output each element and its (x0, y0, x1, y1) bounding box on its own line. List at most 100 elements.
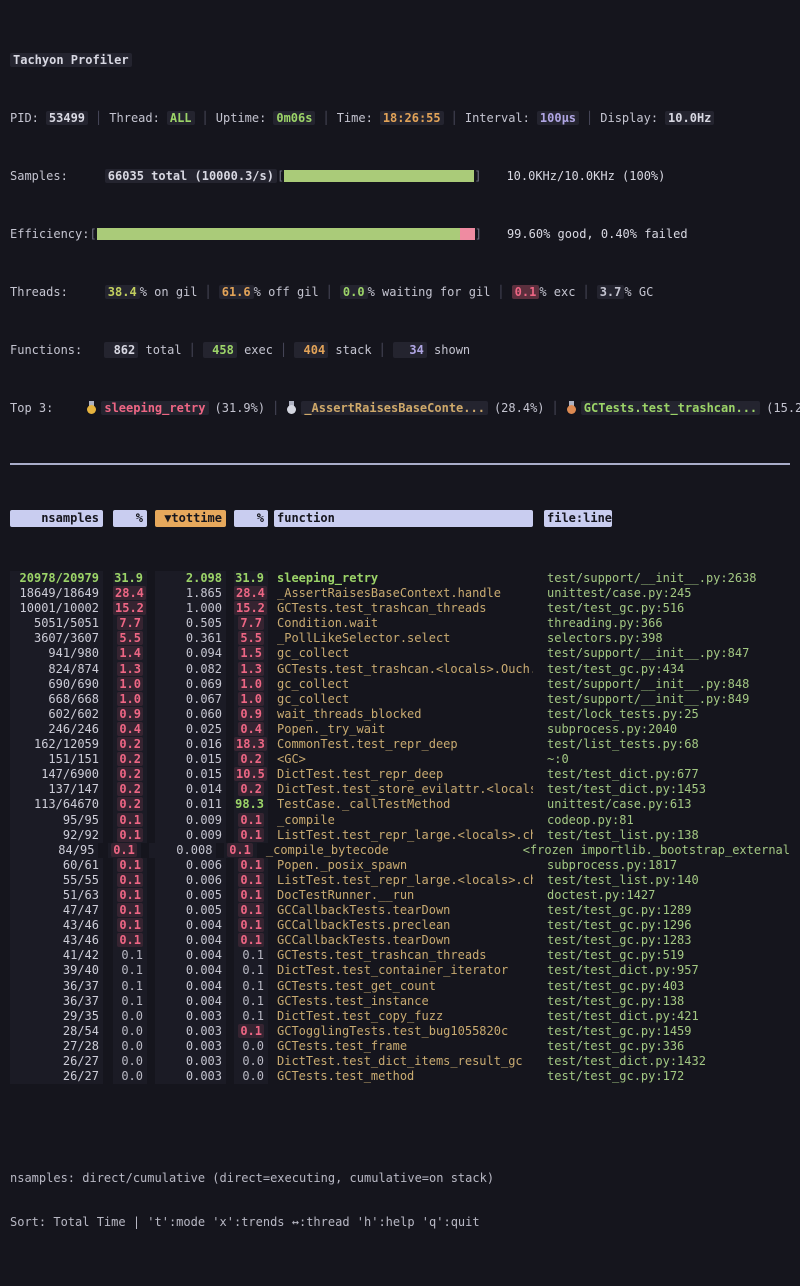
divider (10, 463, 790, 465)
fileline-cell: test/test_dict.py:421 (544, 1009, 790, 1024)
table-row[interactable]: 43/460.10.0040.1GCCallbackTests.tearDown… (10, 933, 790, 948)
pct-value: 0.1 (242, 963, 264, 977)
table-row[interactable]: 55/550.10.0060.1ListTest.test_repr_large… (10, 873, 790, 888)
table-row[interactable]: 36/370.10.0040.1GCTests.test_instancetes… (10, 994, 790, 1009)
pct-value: 0.9 (117, 707, 143, 721)
nsamples-cell: 55/55 (10, 873, 103, 888)
table-row[interactable]: 668/6681.00.0671.0gc_collecttest/support… (10, 692, 790, 707)
function-cell: Popen._try_wait (274, 722, 533, 737)
direct-pct-cell: 15.2 (113, 601, 147, 616)
separator: │ (88, 111, 109, 125)
pct-value: 1.3 (117, 662, 143, 676)
table-row[interactable]: 92/920.10.0090.1ListTest.test_repr_large… (10, 828, 790, 843)
nsamples-cell: 10001/10002 (10, 601, 103, 616)
table-row[interactable]: 18649/1864928.41.86528.4_AssertRaisesBas… (10, 586, 790, 601)
direct-pct-cell: 0.2 (113, 737, 147, 752)
table-row[interactable]: 84/950.10.0080.1_compile_bytecode<frozen… (10, 843, 790, 858)
nsamples-cell: 36/37 (10, 994, 103, 1009)
header-cell-file-line[interactable]: file:line (544, 510, 612, 527)
table-row[interactable]: 27/280.00.0030.0GCTests.test_frametest/t… (10, 1039, 790, 1054)
efficiency-progress-bar (97, 228, 475, 240)
fileline-cell: doctest.py:1427 (544, 888, 790, 903)
function-cell: GCCallbackTests.tearDown (274, 933, 533, 948)
fileline-cell: <frozen importlib._bootstrap_external (520, 843, 790, 858)
table-row[interactable]: 3607/36075.50.3615.5_PollLikeSelector.se… (10, 631, 790, 646)
table-row[interactable]: 51/630.10.0050.1DocTestRunner.__rundocte… (10, 888, 790, 903)
pct-value: 1.0 (238, 692, 264, 706)
pct-value: 10.5 (234, 767, 267, 781)
stat-suffix: % GC (624, 285, 653, 299)
cum-pct-cell: 0.1 (234, 888, 268, 903)
direct-pct-cell: 0.1 (113, 873, 147, 888)
nsamples-cell: 20978/20979 (10, 571, 103, 586)
table-row[interactable]: 36/370.10.0040.1GCTests.test_get_countte… (10, 979, 790, 994)
table-row[interactable]: 147/69000.20.01510.5DictTest.test_repr_d… (10, 767, 790, 782)
table-row[interactable]: 47/470.10.0050.1GCCallbackTests.tearDown… (10, 903, 790, 918)
tottime-cell: 0.082 (155, 662, 226, 677)
table-row[interactable]: 5051/50517.70.5057.7Condition.waitthread… (10, 616, 790, 631)
table-row[interactable]: 29/350.00.0030.1DictTest.test_copy_fuzzt… (10, 1009, 790, 1024)
header-cell-function[interactable]: function (274, 510, 533, 527)
keybinding-hints: Sort: Total Time | 't':mode 'x':trends ↔… (10, 1214, 790, 1230)
table-row[interactable]: 95/950.10.0090.1_compilecodeop.py:81 (10, 813, 790, 828)
pct-value: 0.0 (242, 1039, 264, 1053)
table-row[interactable]: 39/400.10.0040.1DictTest.test_container_… (10, 963, 790, 978)
cum-pct-cell: 0.0 (234, 1054, 268, 1069)
silver-medal-icon (286, 401, 297, 414)
nsamples-cell: 941/980 (10, 646, 103, 661)
function-cell: DictTest.test_dict_items_result_gc (274, 1054, 533, 1069)
table-row[interactable]: 246/2460.40.0250.4Popen._try_waitsubproc… (10, 722, 790, 737)
cum-pct-cell: 31.9 (234, 571, 268, 586)
pct-value: 0.1 (117, 813, 143, 827)
pct-value: 0.1 (242, 994, 264, 1008)
nsamples-cell: 47/47 (10, 903, 103, 918)
table-row[interactable]: 41/420.10.0040.1GCTests.test_trashcan_th… (10, 948, 790, 963)
tottime-cell: 0.011 (155, 797, 226, 812)
table-row[interactable]: 151/1510.20.0150.2<GC>~:0 (10, 752, 790, 767)
table-row[interactable]: 690/6901.00.0691.0gc_collecttest/support… (10, 677, 790, 692)
header-cell-tottime[interactable]: ▼tottime (155, 510, 226, 527)
pct-value: 0.1 (117, 888, 143, 902)
nsamples-cell: 26/27 (10, 1054, 103, 1069)
table-row[interactable]: 26/270.00.0030.0DictTest.test_dict_items… (10, 1054, 790, 1069)
samples-progress-bar (284, 170, 474, 182)
table-row[interactable]: 26/270.00.0030.0GCTests.test_methodtest/… (10, 1069, 790, 1084)
fileline-cell: test/test_dict.py:1453 (544, 782, 790, 797)
separator: │ (265, 401, 286, 415)
tottime-cell: 0.014 (155, 782, 226, 797)
header-cell-cum-pct[interactable]: % (234, 510, 268, 527)
cum-pct-cell: 1.3 (234, 662, 268, 677)
top3-pct: (28.4%) (494, 401, 545, 415)
table-row[interactable]: 602/6020.90.0600.9wait_threads_blockedte… (10, 707, 790, 722)
pct-value: 0.4 (238, 722, 264, 736)
top3-pct: (15.2%) (766, 401, 800, 415)
nsamples-cell: 36/37 (10, 979, 103, 994)
thread-value[interactable]: ALL (167, 111, 195, 125)
table-row[interactable]: 10001/1000215.21.00015.2GCTests.test_tra… (10, 601, 790, 616)
tottime-cell: 0.004 (155, 979, 226, 994)
table-row[interactable]: 28/540.00.0030.1GCTogglingTests.test_bug… (10, 1024, 790, 1039)
cum-pct-cell: 10.5 (234, 767, 268, 782)
table-row[interactable]: 137/1470.20.0140.2DictTest.test_store_ev… (10, 782, 790, 797)
table-row[interactable]: 43/460.10.0040.1GCCallbackTests.preclean… (10, 918, 790, 933)
function-cell: GCCallbackTests.tearDown (274, 903, 533, 918)
header-cell-nsamples[interactable]: nsamples (10, 510, 103, 527)
efficiency-label: Efficiency: (10, 227, 89, 241)
table-header: nsamples% ▼tottime% function file:line (10, 510, 790, 527)
tottime-cell: 0.006 (155, 858, 226, 873)
table-row[interactable]: 20978/2097931.92.09831.9sleeping_retryte… (10, 571, 790, 586)
table-row[interactable]: 60/610.10.0060.1Popen._posix_spawnsubpro… (10, 858, 790, 873)
header-cell-direct-pct[interactable]: % (113, 510, 147, 527)
direct-pct-cell: 0.1 (113, 963, 147, 978)
table-row[interactable]: 113/646700.20.01198.3TestCase._callTestM… (10, 797, 790, 812)
function-cell: DictTest.test_copy_fuzz (274, 1009, 533, 1024)
tottime-cell: 0.003 (155, 1009, 226, 1024)
table-row[interactable]: 824/8741.30.0821.3GCTests.test_trashcan.… (10, 662, 790, 677)
pct-value: 98.3 (235, 797, 264, 811)
table-row[interactable]: 941/9801.40.0941.5gc_collecttest/support… (10, 646, 790, 661)
cum-pct-cell: 0.1 (224, 843, 256, 858)
table-row[interactable]: 162/120590.20.01618.3CommonTest.test_rep… (10, 737, 790, 752)
direct-pct-cell: 0.2 (113, 797, 147, 812)
function-cell: <GC> (274, 752, 533, 767)
function-cell: gc_collect (274, 677, 533, 692)
